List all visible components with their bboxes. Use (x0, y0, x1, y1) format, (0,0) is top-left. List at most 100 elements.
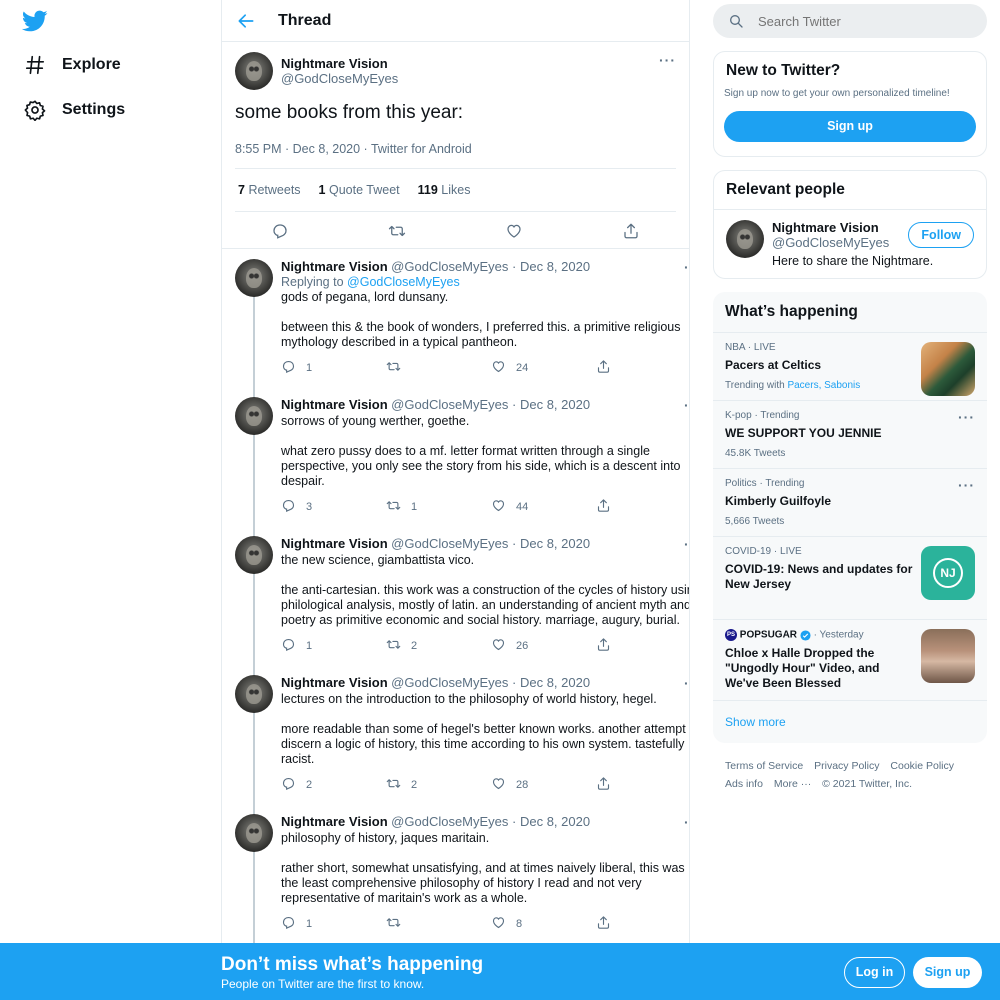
author-name[interactable]: Nightmare Vision (281, 56, 659, 71)
author-handle-date[interactable]: @GodCloseMyEyes · Dec 8, 2020 (391, 675, 590, 690)
trend-sub: 5,666 Tweets (725, 516, 785, 527)
author-handle-date[interactable]: @GodCloseMyEyes · Dec 8, 2020 (391, 814, 590, 829)
share-button[interactable] (596, 637, 689, 655)
tweet-timestamp[interactable]: 8:55 PM · Dec 8, 2020 · Twitter for Andr… (235, 142, 676, 169)
author-handle-date[interactable]: @GodCloseMyEyes · Dec 8, 2020 (391, 397, 590, 412)
like-count: 44 (516, 501, 529, 513)
more-options-icon[interactable]: ··· (958, 409, 975, 425)
follow-button[interactable]: Follow (908, 222, 974, 248)
retweet-button[interactable]: 2 (386, 637, 491, 655)
trend-title: Kimberly Guilfoyle (725, 494, 832, 508)
like-button[interactable]: 26 (491, 637, 596, 655)
sidebar-signup-button[interactable]: Sign up (724, 111, 976, 142)
tweet-stats: 7 Retweets 1 Quote Tweet 119 Likes (235, 169, 676, 212)
avatar[interactable] (235, 675, 273, 713)
more-options-icon[interactable]: ··· (684, 814, 689, 830)
search-bar[interactable] (713, 4, 987, 38)
retweets-stat[interactable]: 7 Retweets (238, 183, 301, 197)
avatar[interactable] (235, 814, 273, 852)
trend-item[interactable]: K-pop · Trending WE SUPPORT YOU JENNIE 4… (713, 400, 987, 468)
retweet-button[interactable]: 1 (386, 498, 491, 516)
reply-icon (281, 637, 296, 655)
reply-button[interactable]: 1 (281, 359, 386, 377)
reply-button[interactable]: 2 (281, 776, 386, 794)
likes-stat[interactable]: 119 Likes (418, 183, 471, 197)
more-options-icon[interactable]: ··· (684, 397, 689, 413)
more-options-icon[interactable]: ··· (684, 536, 689, 552)
trend-item[interactable]: NBA · LIVE Pacers at Celtics Trending wi… (713, 332, 987, 400)
author-handle[interactable]: @GodCloseMyEyes (281, 71, 659, 86)
like-button[interactable]: 28 (491, 776, 596, 794)
reply-icon[interactable] (271, 222, 289, 240)
retweets-label: Retweets (248, 183, 301, 197)
share-button[interactable] (596, 498, 689, 516)
footer-link-ads[interactable]: Ads info (725, 778, 763, 790)
left-nav: Explore Settings (0, 0, 221, 1000)
author-name[interactable]: Nightmare Vision (281, 259, 388, 274)
avatar[interactable] (235, 259, 273, 297)
reply-button[interactable]: 1 (281, 915, 386, 933)
trend-item[interactable]: COVID-19 · LIVE COVID-19: News and updat… (713, 536, 987, 619)
more-options-icon[interactable]: ··· (958, 477, 975, 493)
reply-actions: 18 (281, 915, 689, 943)
footer-link-privacy[interactable]: Privacy Policy (814, 760, 879, 772)
signup-button[interactable]: Sign up (913, 957, 982, 988)
author-name[interactable]: Nightmare Vision (281, 814, 388, 829)
share-icon (596, 637, 611, 655)
footer-link-cookie[interactable]: Cookie Policy (890, 760, 954, 772)
relevant-person[interactable]: Nightmare Vision @GodCloseMyEyes Here to… (714, 209, 986, 278)
share-button[interactable] (596, 359, 689, 377)
reply-button[interactable]: 3 (281, 498, 386, 516)
reply-count: 1 (306, 918, 313, 930)
show-more-link[interactable]: Show more (713, 700, 987, 743)
trend-sub-links[interactable]: Pacers, Sabonis (787, 380, 860, 391)
author-name[interactable]: Nightmare Vision (281, 397, 388, 412)
nj-badge: NJ (933, 558, 963, 588)
like-button[interactable]: 44 (491, 498, 596, 516)
twitter-logo-icon[interactable] (22, 8, 48, 34)
retweet-icon[interactable] (388, 222, 406, 240)
share-icon[interactable] (622, 222, 640, 240)
like-icon (491, 637, 506, 655)
thread-line (253, 297, 255, 399)
more-options-icon[interactable]: ··· (659, 52, 676, 68)
avatar[interactable] (235, 397, 273, 435)
retweet-button[interactable] (386, 359, 491, 377)
nav-settings-label: Settings (62, 101, 126, 118)
avatar[interactable] (235, 536, 273, 574)
share-button[interactable] (596, 915, 689, 933)
share-button[interactable] (596, 776, 689, 794)
footer-link-terms[interactable]: Terms of Service (725, 760, 803, 772)
reply-tweet[interactable]: Nightmare Vision @GodCloseMyEyes · Dec 8… (222, 387, 689, 538)
author-name[interactable]: Nightmare Vision (281, 675, 388, 690)
author-name[interactable]: Nightmare Vision (281, 536, 388, 551)
more-options-icon[interactable]: ··· (684, 675, 689, 691)
nav-settings[interactable]: Settings (24, 99, 125, 121)
avatar[interactable] (235, 52, 273, 90)
reply-tweet[interactable]: Nightmare Vision @GodCloseMyEyes · Dec 8… (222, 249, 689, 399)
search-input[interactable] (758, 13, 958, 29)
thread-line (253, 435, 255, 538)
back-arrow-icon[interactable] (236, 11, 256, 31)
replying-to-link[interactable]: @GodCloseMyEyes (347, 275, 460, 289)
author-handle-date[interactable]: @GodCloseMyEyes · Dec 8, 2020 (391, 536, 590, 551)
avatar[interactable] (726, 220, 764, 258)
author-handle-date[interactable]: @GodCloseMyEyes · Dec 8, 2020 (391, 259, 590, 274)
retweet-button[interactable]: 2 (386, 776, 491, 794)
retweet-button[interactable] (386, 915, 491, 933)
nav-explore[interactable]: Explore (24, 54, 121, 76)
footer-link-more[interactable]: More ··· (774, 778, 811, 790)
reply-button[interactable]: 1 (281, 637, 386, 655)
quotes-stat[interactable]: 1 Quote Tweet (319, 183, 400, 197)
like-button[interactable]: 24 (491, 359, 596, 377)
reply-tweet[interactable]: Nightmare Vision @GodCloseMyEyes · Dec 8… (222, 526, 689, 677)
like-button[interactable]: 8 (491, 915, 596, 933)
login-button[interactable]: Log in (844, 957, 905, 988)
reply-tweet[interactable]: Nightmare Vision @GodCloseMyEyes · Dec 8… (222, 665, 689, 816)
reply-tweet[interactable]: Nightmare Vision @GodCloseMyEyes · Dec 8… (222, 804, 689, 955)
like-icon[interactable] (505, 222, 523, 240)
trend-item[interactable]: PS POPSUGAR · Yesterday Chloe x Halle Dr… (713, 619, 987, 700)
trend-item[interactable]: Politics · Trending Kimberly Guilfoyle 5… (713, 468, 987, 536)
whats-happening-title: What’s happening (725, 303, 858, 320)
more-options-icon[interactable]: ··· (684, 259, 689, 275)
